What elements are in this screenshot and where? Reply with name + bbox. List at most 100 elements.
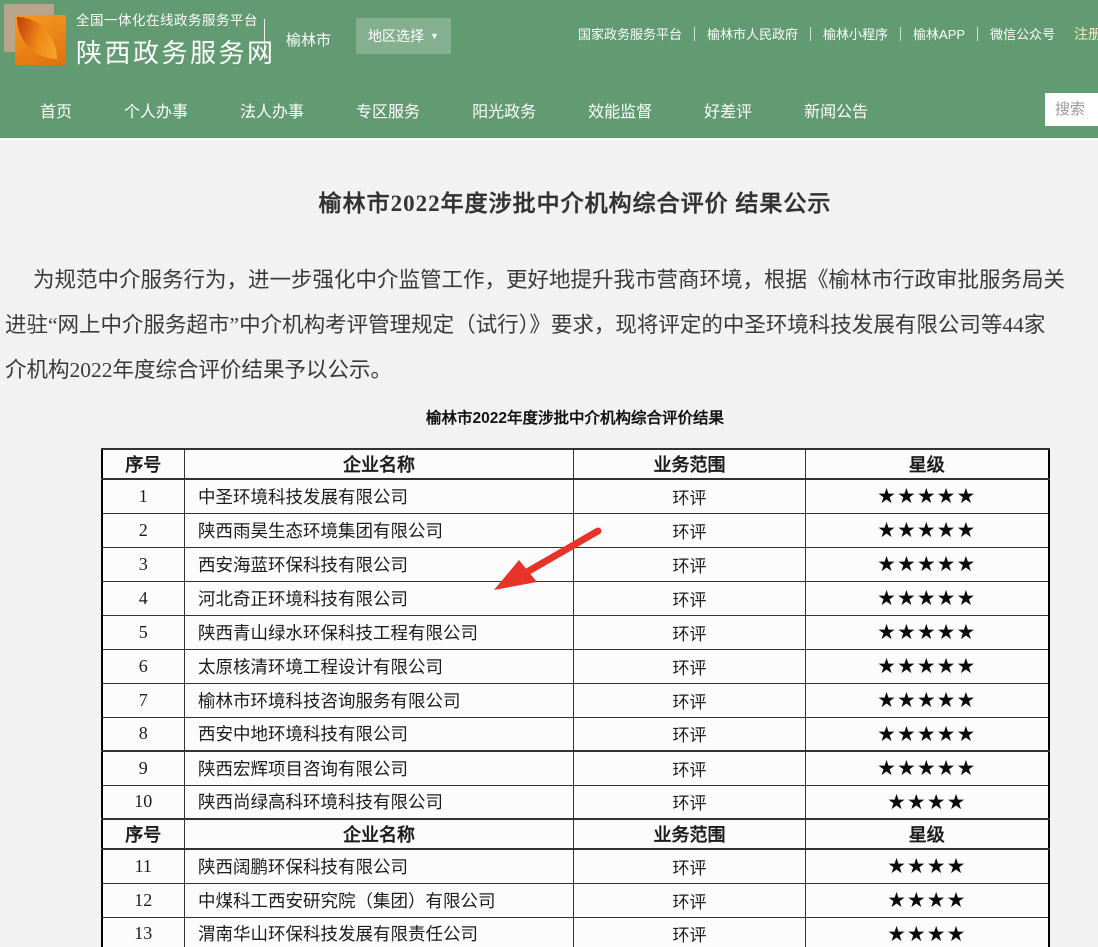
- company-name: 陕西雨昊生态环境集团有限公司: [185, 513, 574, 547]
- row-number: 1: [102, 479, 185, 513]
- table-header-row: 序号企业名称业务范围星级: [102, 819, 1049, 849]
- search-input[interactable]: [1045, 93, 1098, 126]
- row-number: 5: [102, 615, 185, 649]
- table-row: 12中煤科工西安研究院（集团）有限公司环评★★★★: [102, 883, 1049, 917]
- results-table: 序号企业名称业务范围星级1中圣环境科技发展有限公司环评★★★★★2陕西雨昊生态环…: [101, 448, 1050, 947]
- row-number: 2: [102, 513, 185, 547]
- business-scope: 环评: [574, 751, 806, 785]
- site-header: 全国一体化在线政务服务平台 陕西政务服务网 榆林市 地区选择 ▼ 国家政务服务平…: [0, 0, 1098, 140]
- business-scope: 环评: [574, 785, 806, 819]
- nav-item[interactable]: 阳光政务: [472, 98, 536, 122]
- business-scope: 环评: [574, 649, 806, 683]
- site-titles: 全国一体化在线政务服务平台 陕西政务服务网: [76, 9, 276, 70]
- table-row: 6太原核清环境工程设计有限公司环评★★★★★: [102, 649, 1049, 683]
- company-name: 中煤科工西安研究院（集团）有限公司: [185, 883, 574, 917]
- chevron-down-icon: ▼: [430, 32, 439, 41]
- business-scope: 环评: [574, 849, 806, 883]
- table-caption: 榆林市2022年度涉批中介机构综合评价结果: [5, 406, 1098, 428]
- table-row: 3西安海蓝环保科技有限公司环评★★★★★: [102, 547, 1049, 581]
- row-number: 9: [102, 751, 185, 785]
- table-row: 13渭南华山环保科技发展有限责任公司环评★★★★: [102, 917, 1049, 947]
- star-rating: ★★★★★: [806, 547, 1049, 581]
- main-nav: 首页 个人办事 法人办事 专区服务 阳光政务 效能监督 好差评 新闻公告: [0, 92, 1098, 128]
- company-name: 陕西阔鹏环保科技有限公司: [185, 849, 574, 883]
- column-header: 企业名称: [185, 819, 574, 849]
- business-scope: 环评: [574, 883, 806, 917]
- paragraph-line: 进驻“网上中介服务超市”中介机构考评管理规定（试行）》要求，现将评定的中圣环境科…: [5, 303, 1098, 348]
- star-rating: ★★★★: [806, 849, 1049, 883]
- site-logo: [4, 4, 66, 66]
- company-name: 西安中地环境科技有限公司: [185, 717, 574, 751]
- column-header: 序号: [102, 819, 185, 849]
- main-nav-items: 首页 个人办事 法人办事 专区服务 阳光政务 效能监督 好差评 新闻公告: [0, 92, 1098, 128]
- topbar-links: 国家政务服务平台榆林市人民政府榆林小程序榆林APP微信公众号: [566, 24, 1067, 43]
- business-scope: 环评: [574, 615, 806, 649]
- star-rating: ★★★★★: [806, 751, 1049, 785]
- row-number: 6: [102, 649, 185, 683]
- nav-item[interactable]: 首页: [40, 98, 72, 122]
- nav-item[interactable]: 效能监督: [588, 98, 652, 122]
- row-number: 3: [102, 547, 185, 581]
- company-name: 太原核清环境工程设计有限公司: [185, 649, 574, 683]
- table-row: 10陕西尚绿高科环境科技有限公司环评★★★★: [102, 785, 1049, 819]
- site-name: 陕西政务服务网: [76, 33, 276, 70]
- star-rating: ★★★★★: [806, 479, 1049, 513]
- business-scope: 环评: [574, 581, 806, 615]
- nav-item[interactable]: 专区服务: [356, 98, 420, 122]
- company-name: 陕西青山绿水环保科技工程有限公司: [185, 615, 574, 649]
- star-rating: ★★★★: [806, 917, 1049, 947]
- header-divider: [264, 19, 265, 59]
- star-rating: ★★★★★: [806, 683, 1049, 717]
- row-number: 8: [102, 717, 185, 751]
- company-name: 渭南华山环保科技发展有限责任公司: [185, 917, 574, 947]
- star-rating: ★★★★★: [806, 717, 1049, 751]
- column-header: 星级: [806, 449, 1049, 479]
- company-name: 陕西尚绿高科环境科技有限公司: [185, 785, 574, 819]
- table-row: 8西安中地环境科技有限公司环评★★★★★: [102, 717, 1049, 751]
- platform-label: 全国一体化在线政务服务平台: [76, 9, 276, 29]
- company-name: 榆林市环境科技咨询服务有限公司: [185, 683, 574, 717]
- star-rating: ★★★★★: [806, 581, 1049, 615]
- page-title: 榆林市2022年度涉批中介机构综合评价 结果公示: [5, 184, 1098, 218]
- nav-item[interactable]: 新闻公告: [804, 98, 868, 122]
- business-scope: 环评: [574, 917, 806, 947]
- column-header: 业务范围: [574, 819, 806, 849]
- company-name: 西安海蓝环保科技有限公司: [185, 547, 574, 581]
- topbar-link[interactable]: 国家政务服务平台: [566, 24, 694, 43]
- region-selector-label: 地区选择: [368, 26, 424, 46]
- register-link[interactable]: 注册: [1074, 24, 1098, 44]
- announcement-paragraph: 为规范中介服务行为，进一步强化中介监管工作，更好地提升我市营商环境，根据《榆林市…: [5, 258, 1098, 393]
- row-number: 10: [102, 785, 185, 819]
- column-header: 序号: [102, 449, 185, 479]
- company-name: 河北奇正环境科技有限公司: [185, 581, 574, 615]
- table-header-row: 序号企业名称业务范围星级: [102, 449, 1049, 479]
- nav-item[interactable]: 法人办事: [240, 98, 304, 122]
- business-scope: 环评: [574, 513, 806, 547]
- business-scope: 环评: [574, 547, 806, 581]
- business-scope: 环评: [574, 683, 806, 717]
- nav-item[interactable]: 好差评: [704, 98, 752, 122]
- table-row: 7榆林市环境科技咨询服务有限公司环评★★★★★: [102, 683, 1049, 717]
- star-rating: ★★★★: [806, 883, 1049, 917]
- topbar-link[interactable]: 榆林市人民政府: [695, 24, 810, 43]
- row-number: 11: [102, 849, 185, 883]
- star-rating: ★★★★★: [806, 649, 1049, 683]
- table-row: 5陕西青山绿水环保科技工程有限公司环评★★★★★: [102, 615, 1049, 649]
- region-selector-button[interactable]: 地区选择 ▼: [356, 18, 451, 54]
- topbar-link[interactable]: 榆林APP: [901, 24, 977, 43]
- row-number: 12: [102, 883, 185, 917]
- topbar-link[interactable]: 榆林小程序: [811, 24, 900, 43]
- topbar-link[interactable]: 微信公众号: [978, 24, 1067, 43]
- row-number: 7: [102, 683, 185, 717]
- column-header: 企业名称: [185, 449, 574, 479]
- table-row: 4河北奇正环境科技有限公司环评★★★★★: [102, 581, 1049, 615]
- nav-item[interactable]: 个人办事: [124, 98, 188, 122]
- paragraph-line: 为规范中介服务行为，进一步强化中介监管工作，更好地提升我市营商环境，根据《榆林市…: [5, 258, 1098, 303]
- column-header: 业务范围: [574, 449, 806, 479]
- paragraph-line: 介机构2022年度综合评价结果予以公示。: [5, 348, 1098, 393]
- row-number: 4: [102, 581, 185, 615]
- announcement-page: 榆林市2022年度涉批中介机构综合评价 结果公示 为规范中介服务行为，进一步强化…: [5, 184, 1098, 947]
- business-scope: 环评: [574, 479, 806, 513]
- current-city-label: 榆林市: [286, 29, 331, 50]
- company-name: 陕西宏辉项目咨询有限公司: [185, 751, 574, 785]
